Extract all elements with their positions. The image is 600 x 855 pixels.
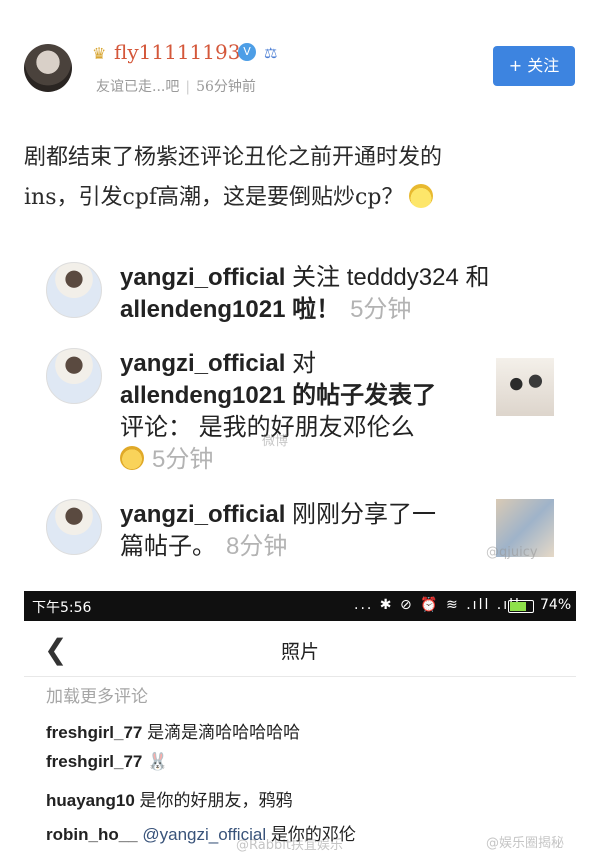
comment-item: huayang10 是你的好朋友，鸦鸦 <box>46 786 293 811</box>
avatar[interactable] <box>24 44 72 92</box>
watermark: 微博 <box>262 434 289 449</box>
activity-thumbnail[interactable] <box>496 358 554 416</box>
post-header: ♛ fly11111193 V ⚖ 友谊已走...吧 | 56分钟前 + 关注 <box>0 36 600 106</box>
activity-line-2: 篇帖子。 <box>120 533 216 560</box>
post-text-line-1: 剧都结束了杨紫还评论丑伦之前开通时发的 <box>24 145 443 170</box>
comment-mention[interactable]: @yangzi_official <box>142 825 266 844</box>
activity-text: yangzi_official 关注 tedddy324 和 allendeng… <box>120 262 560 326</box>
verified-icon: V <box>238 43 256 61</box>
nav-bar: ❮ 照片 <box>24 621 576 677</box>
battery-fill <box>510 602 526 611</box>
activity-line: allendeng1021 啦！ 5分钟 <box>120 294 560 326</box>
activity-line-1: 关注 tedddy324 和 <box>292 264 490 291</box>
battery-percent: 74% <box>540 597 572 613</box>
comment-text: 是你的邓伦 <box>270 825 356 844</box>
activity-user[interactable]: yangzi_official <box>120 264 285 291</box>
rabbit-emoji-icon: 🐰 <box>147 752 169 771</box>
activity-line: 5分钟 <box>120 444 560 476</box>
post-text-line-2: ins，引发cpf高潮，这是要倒贴炒cp？ <box>24 178 576 218</box>
comment-text: 是你的好朋友，鸦鸦 <box>139 791 293 810</box>
status-time: 下午5:56 <box>32 600 92 616</box>
activity-line-3: 评论： 是我的好朋友邓伦么 <box>120 414 415 441</box>
activity-time: 5分钟 <box>350 296 412 323</box>
status-bar: 下午5:56 ... ✱ ⊘ ⏰ ≋ .ıll .ıll 74% <box>24 591 576 621</box>
watermark: @qjuicy <box>486 545 538 560</box>
comment-user[interactable]: freshgirl_77 <box>46 752 142 771</box>
page-title: 照片 <box>280 641 319 663</box>
activity-line-1: 刚刚分享了一 <box>292 501 437 528</box>
activity-line-1: 对 <box>292 350 317 377</box>
activity-avatar[interactable] <box>46 499 102 555</box>
comment-item: freshgirl_77 🐰 <box>46 752 168 772</box>
load-more-comments[interactable]: 加载更多评论 <box>46 682 148 707</box>
activity-time: 5分钟 <box>152 446 214 473</box>
smile-emoji-icon <box>409 184 434 208</box>
crown-icon: ♛ <box>92 44 107 63</box>
level-icon: ⚖ <box>264 44 278 62</box>
activity-line: allendeng1021 的帖子发表了 <box>120 380 560 412</box>
activity-time: 8分钟 <box>226 533 288 560</box>
activity-line: yangzi_official 刚刚分享了一 <box>120 499 560 531</box>
post-body: 剧都结束了杨紫还评论丑伦之前开通时发的 ins，引发cpf高潮，这是要倒贴炒cp… <box>24 138 576 218</box>
follow-button[interactable]: + 关注 <box>493 46 575 86</box>
activity-avatar[interactable] <box>46 348 102 404</box>
battery-icon <box>508 600 534 613</box>
comment-user[interactable]: freshgirl_77 <box>46 723 142 742</box>
activity-text: yangzi_official 对 allendeng1021 的帖子发表了 评… <box>120 348 560 476</box>
comment-user[interactable]: robin_ho__ <box>46 825 138 844</box>
activity-user[interactable]: yangzi_official <box>120 350 285 377</box>
comment-item: robin_ho__ @yangzi_official 是你的邓伦 <box>46 820 356 845</box>
comment-text: 是滴是滴哈哈哈哈哈 <box>147 723 301 742</box>
comment-user[interactable]: huayang10 <box>46 791 135 810</box>
activity-avatar[interactable] <box>46 262 102 318</box>
user-subtitle: 友谊已走...吧 <box>96 79 180 95</box>
post-username[interactable]: fly11111193 <box>114 40 240 64</box>
status-icons: ... ✱ ⊘ ⏰ ≋ .ıll .ıll <box>354 597 521 613</box>
post-text-line-2-content: ins，引发cpf高潮，这是要倒贴炒cp？ <box>24 185 404 210</box>
activity-line: yangzi_official 关注 tedddy324 和 <box>120 262 560 294</box>
user-meta: 友谊已走...吧 | 56分钟前 <box>96 79 256 95</box>
post-time: 56分钟前 <box>196 79 256 95</box>
comment-item: freshgirl_77 是滴是滴哈哈哈哈哈 <box>46 718 300 743</box>
thinking-emoji-icon <box>120 446 144 470</box>
activity-line-2[interactable]: allendeng1021 的帖子发表了 <box>120 382 436 409</box>
activity-user[interactable]: yangzi_official <box>120 501 285 528</box>
activity-line: yangzi_official 对 <box>120 348 560 380</box>
watermark: @娱乐圈揭秘 <box>486 836 565 851</box>
activity-line-2[interactable]: allendeng1021 啦！ <box>120 296 340 323</box>
